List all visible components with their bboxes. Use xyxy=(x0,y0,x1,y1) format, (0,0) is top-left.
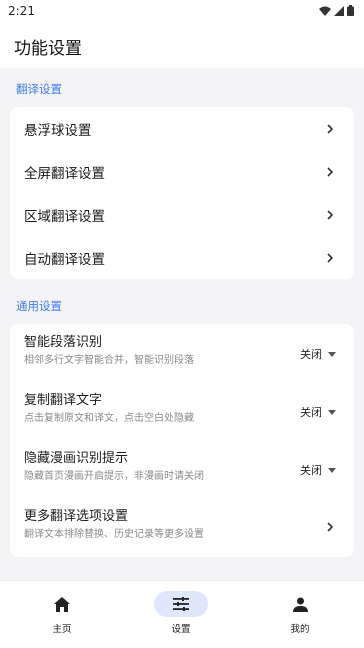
setting-label: 悬浮球设置 xyxy=(24,122,92,139)
bottom-navigation: 主页 设置 我的 xyxy=(0,580,364,648)
setting-label: 区域翻译设置 xyxy=(24,208,105,225)
wifi-icon xyxy=(319,6,331,16)
status-time: 2:21 xyxy=(8,4,35,18)
setting-label: 自动翻译设置 xyxy=(24,251,105,268)
setting-subtitle: 翻译文本排除替换、历史记录等更多设置 xyxy=(24,529,204,540)
setting-title: 智能段落识别 xyxy=(24,335,103,350)
nav-label: 设置 xyxy=(171,624,191,635)
chevron-right-icon xyxy=(327,166,334,177)
chevron-right-icon xyxy=(327,123,334,134)
page-title: 功能设置 xyxy=(14,39,82,59)
sliders-icon xyxy=(173,597,189,611)
home-icon xyxy=(54,596,70,612)
dropdown-arrow-icon xyxy=(328,409,336,415)
chevron-right-icon xyxy=(327,522,334,532)
setting-auto-translate[interactable]: 自动翻译设置 xyxy=(10,236,354,279)
setting-floating-ball[interactable]: 悬浮球设置 xyxy=(10,107,354,150)
setting-fullscreen-translate[interactable]: 全屏翻译设置 xyxy=(10,150,354,193)
setting-subtitle: 相邻多行文字智能合并，智能识别段落 xyxy=(24,355,194,366)
general-settings-card: 智能段落识别 相邻多行文字智能合并，智能识别段落 关闭 复制翻译文字 点击复制原… xyxy=(10,324,354,557)
top-bar: 功能设置 xyxy=(0,24,364,68)
dropdown-value: 关闭 xyxy=(300,348,322,361)
signal-icon xyxy=(334,5,344,16)
setting-area-translate[interactable]: 区域翻译设置 xyxy=(10,193,354,236)
setting-title: 隐藏漫画识别提示 xyxy=(24,451,129,466)
setting-title: 复制翻译文字 xyxy=(24,393,103,408)
smart-paragraph-dropdown[interactable]: 关闭 xyxy=(300,346,336,362)
setting-subtitle: 隐藏首页漫画开启提示，非漫画时请关闭 xyxy=(24,471,204,482)
setting-more-translation-options[interactable]: 更多翻译选项设置 翻译文本排除替换、历史记录等更多设置 xyxy=(10,498,354,556)
dropdown-value: 关闭 xyxy=(300,406,322,419)
status-icons xyxy=(319,5,354,16)
nav-pill-active xyxy=(154,591,208,617)
nav-profile[interactable]: 我的 xyxy=(260,591,340,635)
status-bar: 2:21 xyxy=(0,0,364,24)
setting-subtitle: 点击复制原文和译文，点击空白处隐藏 xyxy=(24,413,194,424)
nav-settings[interactable]: 设置 xyxy=(141,591,221,635)
battery-icon xyxy=(347,5,354,16)
chevron-right-icon xyxy=(327,252,334,263)
setting-copy-translation[interactable]: 复制翻译文字 点击复制原文和译文，点击空白处隐藏 关闭 xyxy=(10,382,354,440)
setting-smart-paragraph[interactable]: 智能段落识别 相邻多行文字智能合并，智能识别段落 关闭 xyxy=(10,324,354,382)
chevron-right-icon xyxy=(327,209,334,220)
person-icon xyxy=(292,597,308,612)
translate-settings-card: 悬浮球设置 全屏翻译设置 区域翻译设置 自动翻译设置 xyxy=(10,107,354,279)
copy-translation-dropdown[interactable]: 关闭 xyxy=(300,404,336,420)
section-label-general: 通用设置 xyxy=(16,299,62,313)
setting-label: 全屏翻译设置 xyxy=(24,165,105,182)
setting-title: 更多翻译选项设置 xyxy=(24,509,129,524)
section-label-translate: 翻译设置 xyxy=(16,82,62,96)
nav-label: 我的 xyxy=(290,624,310,635)
nav-home[interactable]: 主页 xyxy=(22,591,102,635)
dropdown-arrow-icon xyxy=(328,467,336,473)
nav-pill xyxy=(35,591,89,617)
nav-pill xyxy=(273,591,327,617)
dropdown-value: 关闭 xyxy=(300,464,322,477)
setting-hide-comic-hint[interactable]: 隐藏漫画识别提示 隐藏首页漫画开启提示，非漫画时请关闭 关闭 xyxy=(10,440,354,498)
hide-comic-hint-dropdown[interactable]: 关闭 xyxy=(300,462,336,478)
dropdown-arrow-icon xyxy=(328,351,336,357)
nav-label: 主页 xyxy=(52,624,72,635)
